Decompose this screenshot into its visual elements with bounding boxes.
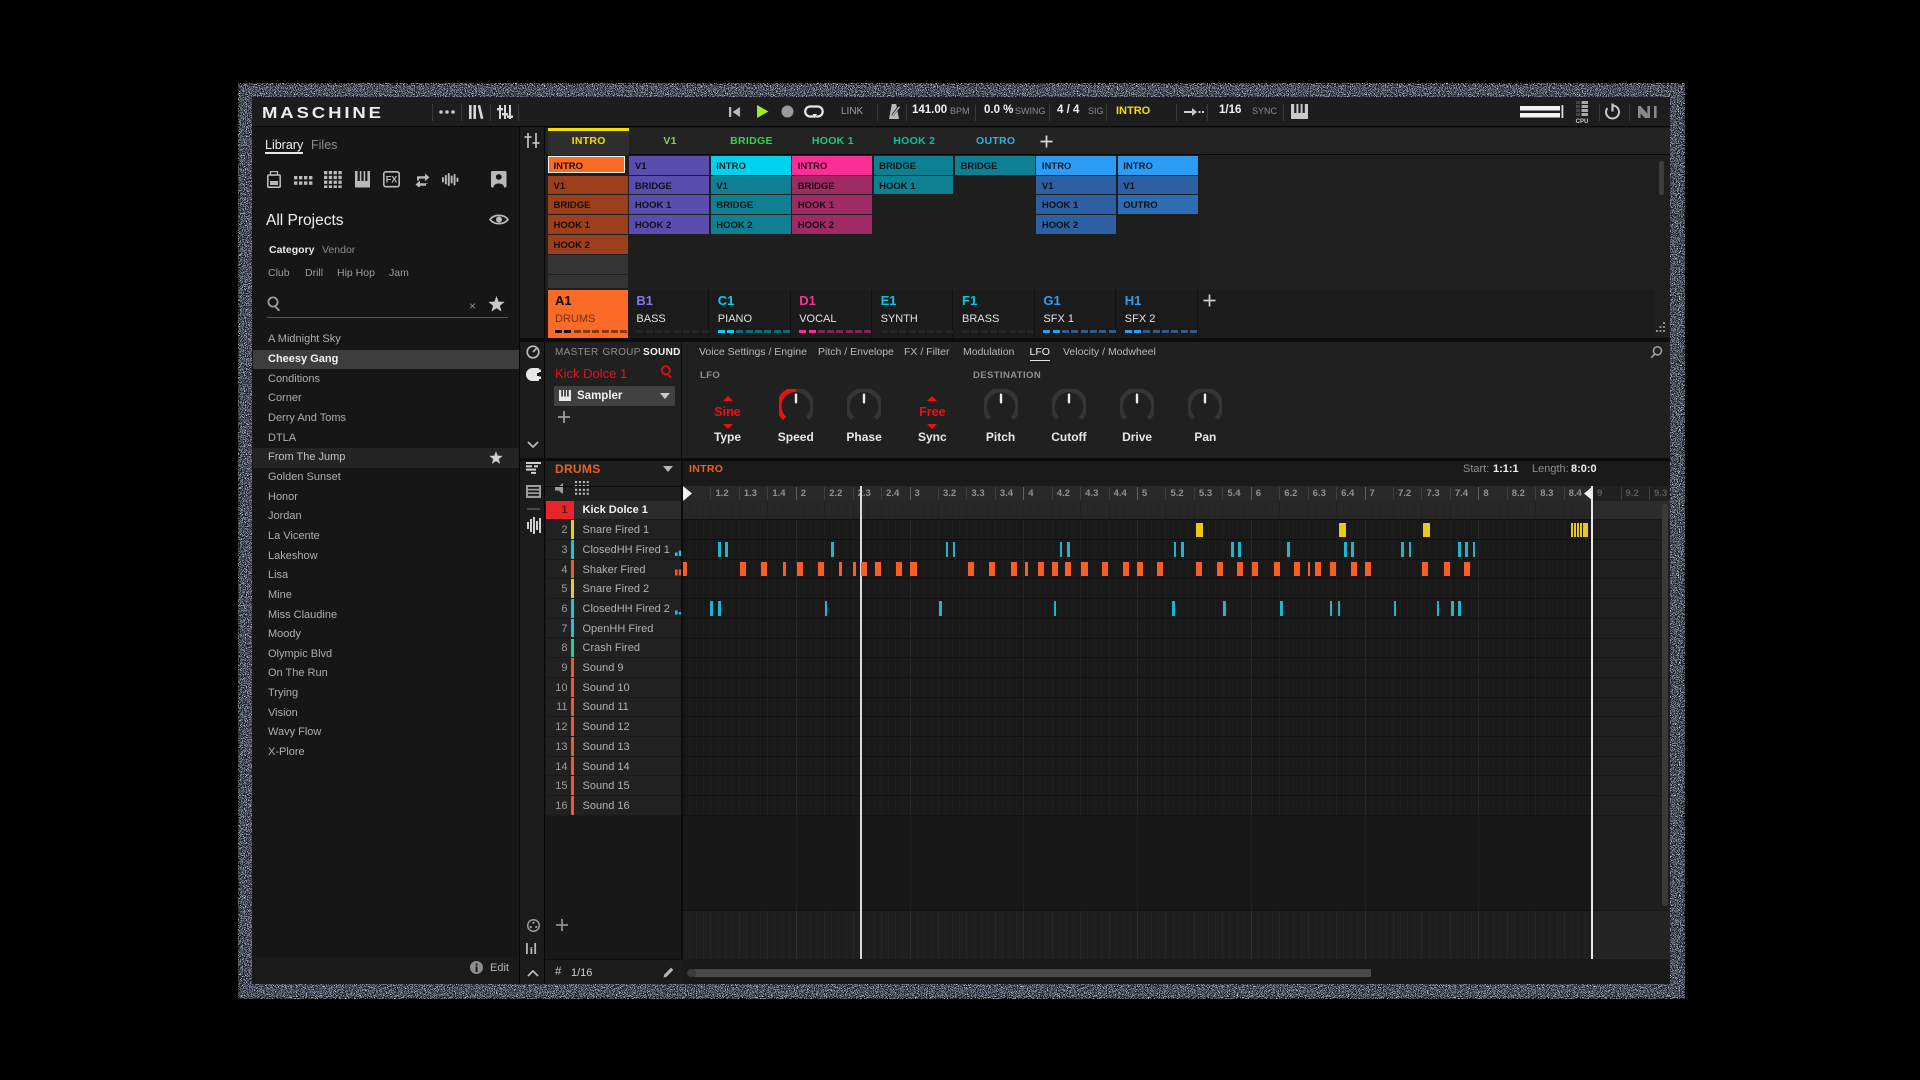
svg-text:FX: FX: [385, 175, 397, 185]
svg-text:CPU: CPU: [1576, 119, 1589, 123]
